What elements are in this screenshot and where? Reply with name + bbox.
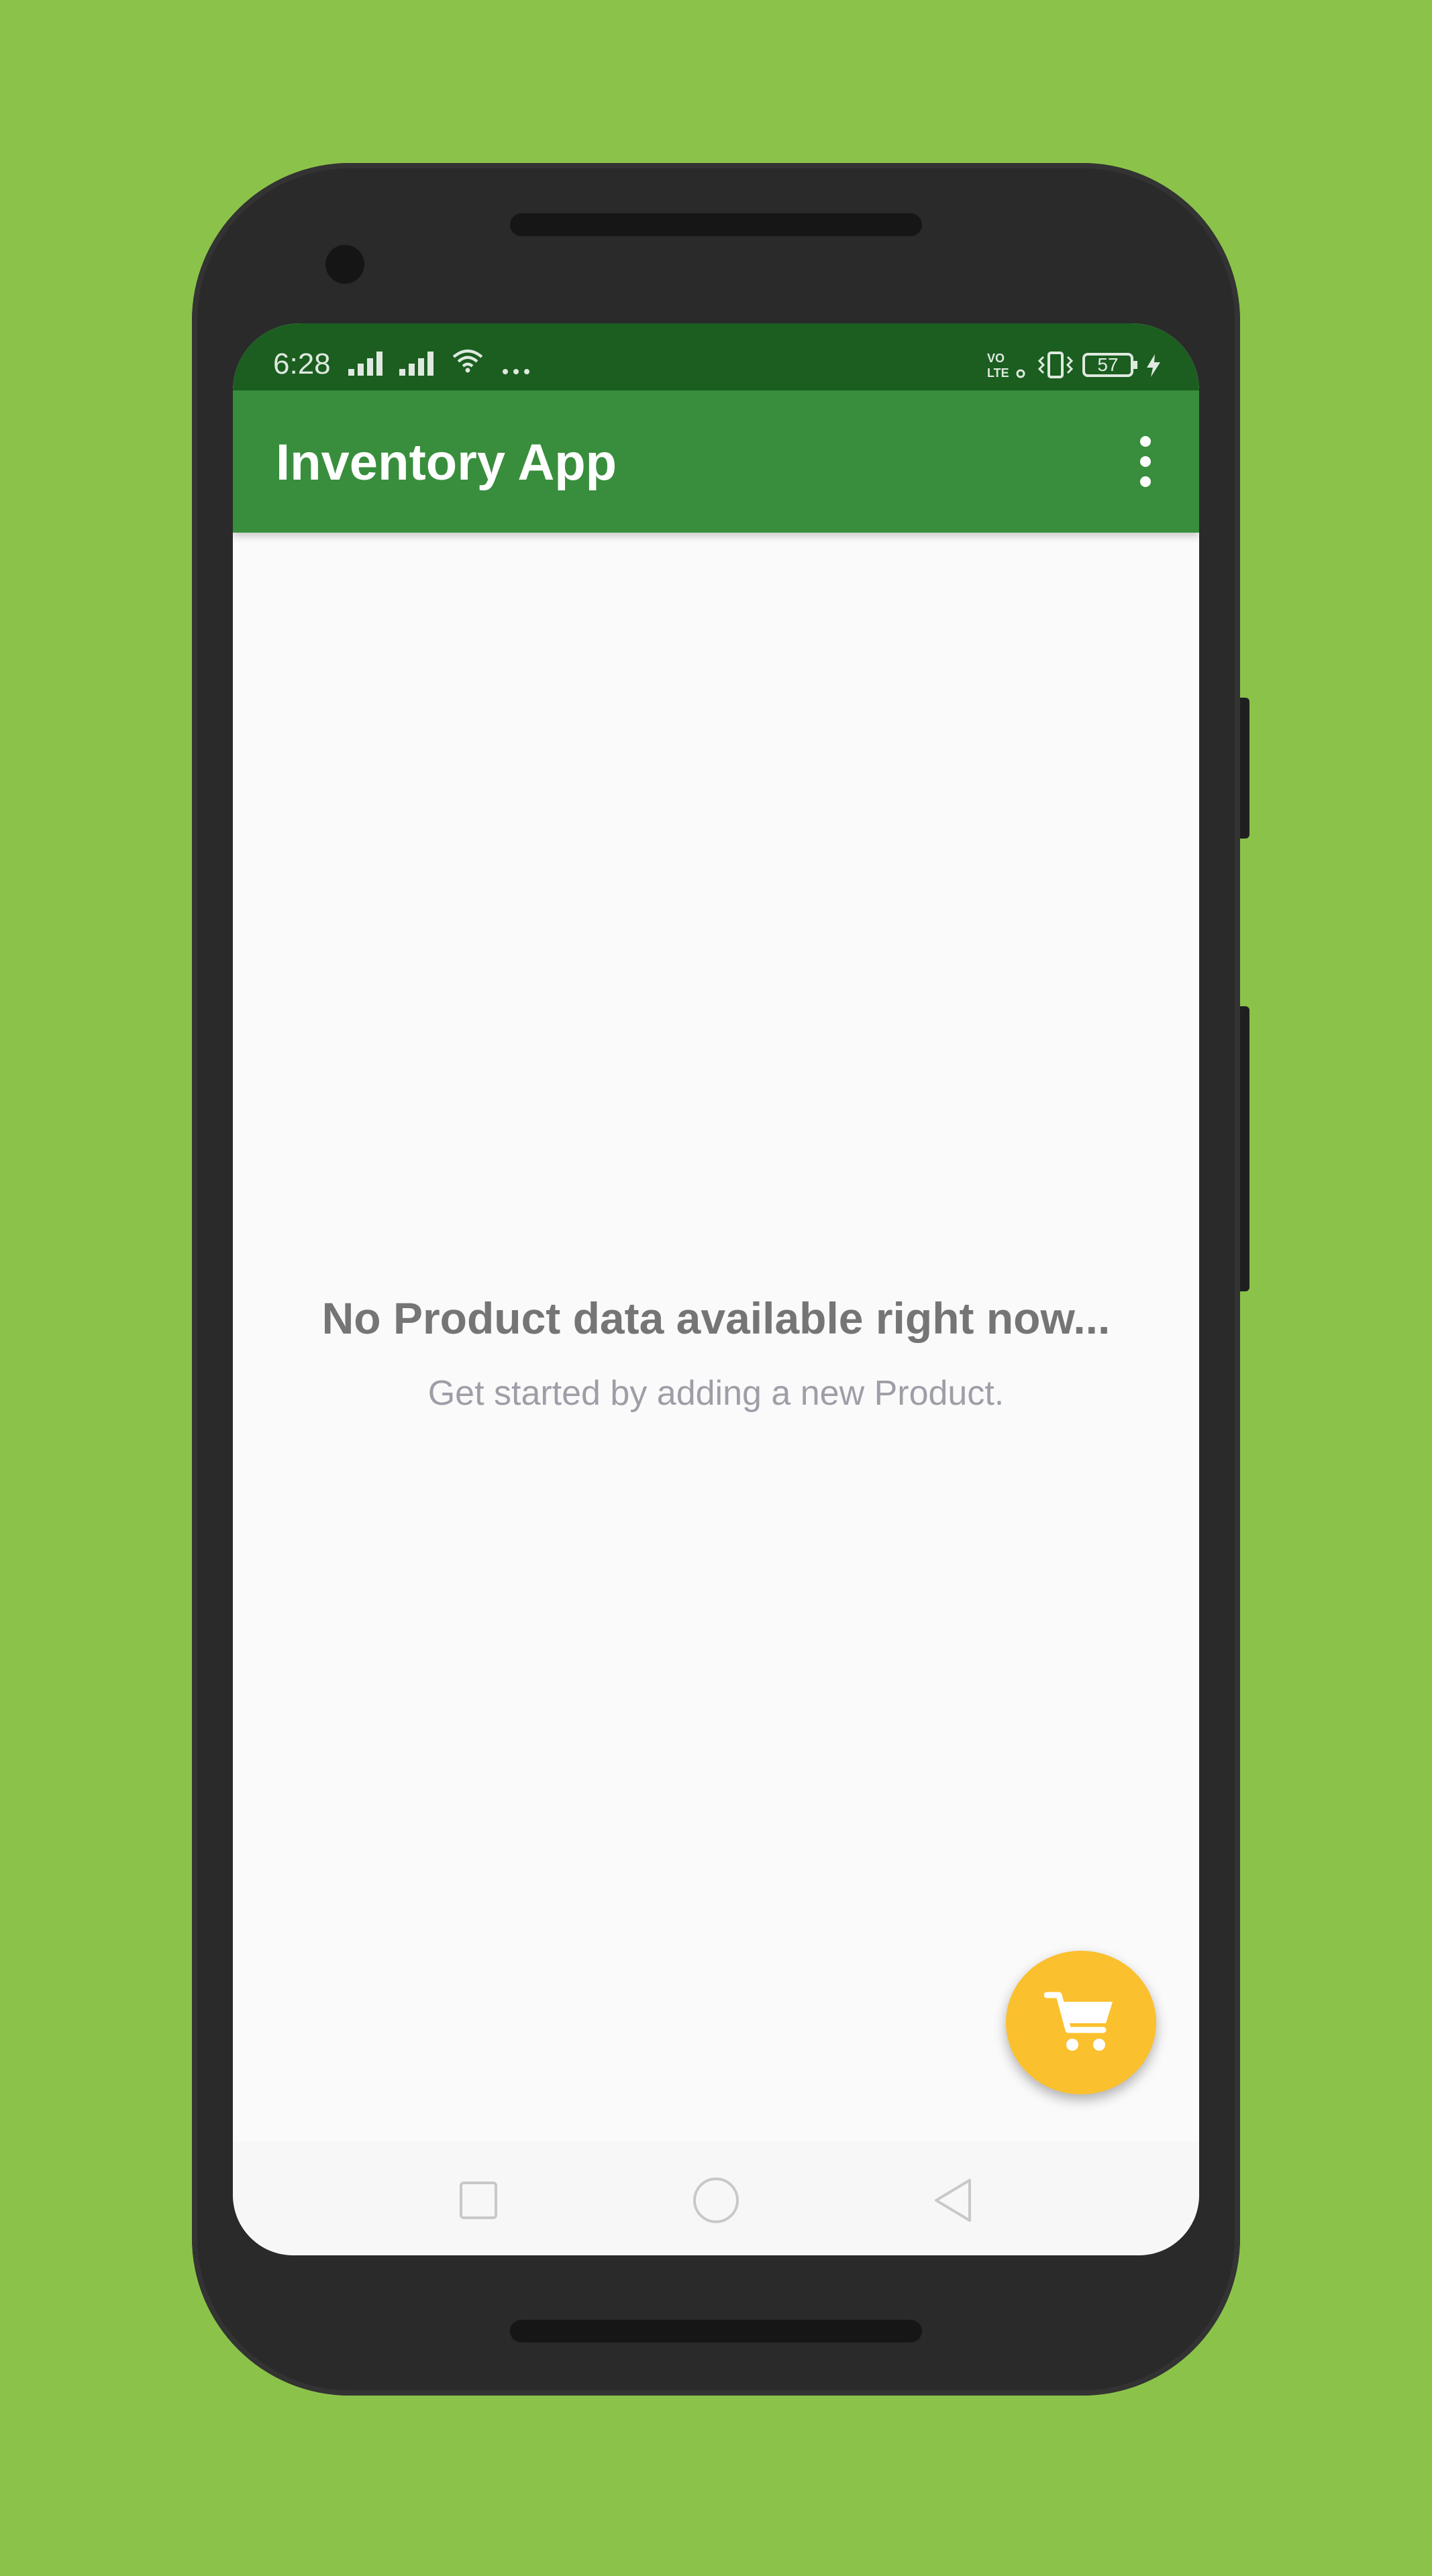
device-canvas: 6:28 VO LTE 57 Inventory App No Product …: [0, 0, 1432, 2576]
wifi-icon: [452, 350, 483, 373]
svg-text:LTE: LTE: [987, 366, 1009, 380]
add-product-fab[interactable]: [1006, 1951, 1156, 2094]
app-title: Inventory App: [276, 434, 617, 491]
status-bar: 6:28 VO LTE 57: [233, 323, 1199, 390]
status-time: 6:28: [273, 347, 331, 380]
bottom-speaker: [510, 2320, 922, 2343]
shopping-cart-icon: [1044, 1992, 1113, 2051]
earpiece-speaker: [510, 213, 922, 236]
front-camera: [325, 245, 364, 284]
volte-icon: VO LTE: [987, 352, 1025, 380]
more-notifications-icon: [503, 369, 529, 374]
signal-icon: [348, 352, 382, 376]
empty-state-title: No Product data available right now...: [321, 1293, 1111, 1343]
svg-text:VO: VO: [987, 352, 1005, 365]
home-icon[interactable]: [689, 2174, 743, 2227]
more-vert-icon[interactable]: [1132, 436, 1159, 490]
app-bar: Inventory App: [233, 390, 1199, 533]
charging-icon: [1147, 354, 1160, 377]
screen: 6:28 VO LTE 57 Inventory App No Product …: [233, 323, 1199, 2255]
vibrate-icon: [1037, 352, 1074, 378]
empty-state-subtitle: Get started by adding a new Product.: [427, 1374, 1005, 1413]
volume-button: [1240, 698, 1249, 839]
power-button: [1240, 1006, 1249, 1291]
system-nav-bar: [233, 2141, 1199, 2255]
signal-icon-2: [399, 352, 433, 376]
battery-level: 57: [1097, 354, 1119, 375]
back-icon[interactable]: [927, 2174, 980, 2227]
recents-icon[interactable]: [452, 2174, 505, 2227]
